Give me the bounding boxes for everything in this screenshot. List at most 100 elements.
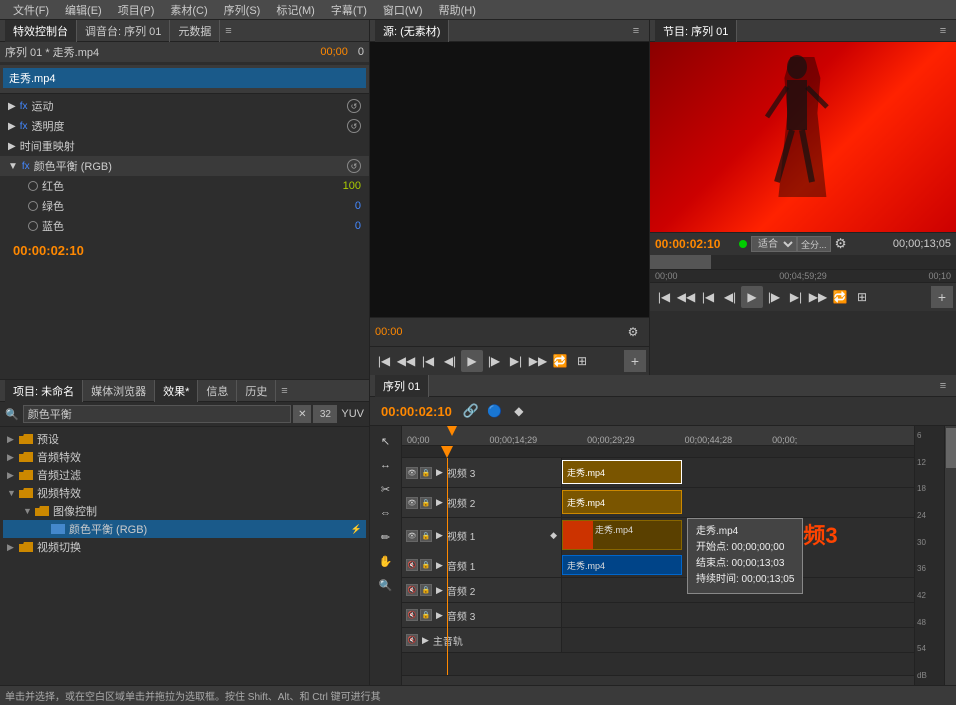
fx-blue-value[interactable]: 0 xyxy=(331,220,361,232)
track-video2-content[interactable]: 走秀.mp4 xyxy=(562,488,914,517)
fx-green-value[interactable]: 0 xyxy=(331,200,361,212)
source-to-out[interactable]: ▶| xyxy=(505,350,527,372)
lock-icon-a3[interactable]: 🔒 xyxy=(420,609,432,621)
tab-mixer[interactable]: 调音台: 序列 01 xyxy=(77,20,170,42)
tool-pen[interactable]: ✏ xyxy=(373,526,399,548)
program-step-fwd[interactable]: ▶▶ xyxy=(807,286,829,308)
track-audio3-content[interactable] xyxy=(562,603,914,627)
program-add-btn[interactable]: + xyxy=(931,286,953,308)
tool-zoom[interactable]: 🔍 xyxy=(373,574,399,596)
fx-reset-colorbalance[interactable]: ↺ xyxy=(347,159,361,173)
tree-item-preset[interactable]: ▶ 预设 xyxy=(3,430,366,448)
mute-icon-master[interactable]: 🔇 xyxy=(406,634,418,646)
tree-item-color-balance[interactable]: 颜色平衡 (RGB) ⚡ xyxy=(3,520,366,538)
program-safe-margin[interactable]: ⊞ xyxy=(851,286,873,308)
tool-razor[interactable]: ✂ xyxy=(373,478,399,500)
tab-info[interactable]: 信息 xyxy=(198,380,237,402)
track-video1-content[interactable]: 走秀.mp4 走秀.mp4 开始点: 00;00;00;00 结束点: 00;0… xyxy=(562,518,914,553)
eye-icon-v3[interactable]: 👁 xyxy=(406,467,418,479)
clip-video2[interactable]: 走秀.mp4 xyxy=(562,490,682,514)
tool-ripple[interactable]: ↔ xyxy=(373,454,399,476)
menu-clip[interactable]: 素材(C) xyxy=(162,0,215,20)
lock-icon-v2[interactable]: 🔒 xyxy=(420,497,432,509)
source-clip-item[interactable]: 走秀.mp4 xyxy=(3,68,366,88)
tree-item-audio-fx[interactable]: ▶ 音频特效 xyxy=(3,448,366,466)
lock-icon-v3[interactable]: 🔒 xyxy=(420,467,432,479)
expand-master[interactable]: ▶ xyxy=(422,635,429,646)
expand-a2[interactable]: ▶ xyxy=(436,585,443,596)
source-add-btn[interactable]: + xyxy=(624,350,646,372)
fx-reset-motion[interactable]: ↺ xyxy=(347,99,361,113)
fullscreen-btn[interactable]: 全分... xyxy=(797,236,831,252)
fx-motion-row[interactable]: ▶ fx 运动 ↺ xyxy=(0,96,369,116)
tab-history[interactable]: 历史 xyxy=(237,380,276,402)
program-prev-frame[interactable]: ◀| xyxy=(719,286,741,308)
fx-reset-opacity[interactable]: ↺ xyxy=(347,119,361,133)
tool-hand[interactable]: ✋ xyxy=(373,550,399,572)
search-clear-button[interactable]: ✕ xyxy=(293,405,311,423)
tree-item-audio-filter[interactable]: ▶ 音频过滤 xyxy=(3,466,366,484)
settings-btn[interactable]: ⚙ xyxy=(835,236,847,252)
timeline-menu-icon[interactable]: ≡ xyxy=(935,378,951,394)
search-input[interactable] xyxy=(23,405,292,423)
timeline-scrollbar-v[interactable] xyxy=(944,426,956,685)
menu-edit[interactable]: 编辑(E) xyxy=(57,0,110,20)
lock-icon-a1[interactable]: 🔒 xyxy=(420,559,432,571)
source-loop[interactable]: 🔁 xyxy=(549,350,571,372)
source-menu-icon[interactable]: ≡ xyxy=(628,23,644,39)
program-loop[interactable]: 🔁 xyxy=(829,286,851,308)
tab-project[interactable]: 项目: 未命名 xyxy=(5,380,83,402)
expand-v3[interactable]: ▶ xyxy=(436,467,443,478)
program-timebar[interactable] xyxy=(650,255,956,270)
menu-marker[interactable]: 标记(M) xyxy=(268,0,323,20)
menu-file[interactable]: 文件(F) xyxy=(5,0,57,20)
program-to-in[interactable]: |◀ xyxy=(697,286,719,308)
track-video3-content[interactable]: 走秀.mp4 xyxy=(562,458,914,487)
search-32-button[interactable]: 32 xyxy=(313,405,337,423)
tl-link-btn[interactable]: 🔵 xyxy=(484,400,506,422)
clip-video3[interactable]: 走秀.mp4 xyxy=(562,460,682,484)
source-settings-btn[interactable]: ⚙ xyxy=(622,321,644,343)
panel-menu-icon[interactable]: ≡ xyxy=(220,23,236,39)
fx-opacity-expand[interactable]: ▶ xyxy=(8,121,16,132)
source-next-frame[interactable]: |▶ xyxy=(483,350,505,372)
mute-icon-a2[interactable]: 🔇 xyxy=(406,584,418,596)
fx-red-value[interactable]: 100 xyxy=(331,180,361,192)
menu-project[interactable]: 项目(P) xyxy=(110,0,163,20)
scrollbar-thumb[interactable] xyxy=(946,428,956,468)
source-step-back[interactable]: ◀◀ xyxy=(395,350,417,372)
lock-icon-v1[interactable]: 🔒 xyxy=(420,530,432,542)
source-to-start[interactable]: |◀ xyxy=(373,350,395,372)
project-menu-icon[interactable]: ≡ xyxy=(276,383,292,399)
fx-opacity-row[interactable]: ▶ fx 透明度 ↺ xyxy=(0,116,369,136)
expand-a3[interactable]: ▶ xyxy=(436,610,443,621)
tab-sequence[interactable]: 序列 01 xyxy=(375,375,429,397)
menu-title[interactable]: 字幕(T) xyxy=(323,0,375,20)
tree-item-video-fx[interactable]: ▼ 视频特效 xyxy=(3,484,366,502)
track-master-content[interactable] xyxy=(562,628,914,652)
source-to-in[interactable]: |◀ xyxy=(417,350,439,372)
menu-sequence[interactable]: 序列(S) xyxy=(216,0,269,20)
eye-icon-v2[interactable]: 👁 xyxy=(406,497,418,509)
tool-select[interactable]: ↖ xyxy=(373,430,399,452)
tab-program[interactable]: 节目: 序列 01 xyxy=(655,20,737,42)
clip-audio1[interactable]: 走秀.mp4 xyxy=(562,555,682,575)
source-step-fwd[interactable]: ▶▶ xyxy=(527,350,549,372)
program-menu-icon[interactable]: ≡ xyxy=(935,23,951,39)
tree-item-image-control[interactable]: ▼ 图像控制 xyxy=(3,502,366,520)
fx-timeremap-expand[interactable]: ▶ xyxy=(8,141,16,152)
expand-v1[interactable]: ▶ xyxy=(436,530,443,541)
source-prev-frame[interactable]: ◀| xyxy=(439,350,461,372)
program-next-frame[interactable]: |▶ xyxy=(763,286,785,308)
clip-video1[interactable]: 走秀.mp4 xyxy=(562,520,682,550)
lock-icon-a2[interactable]: 🔒 xyxy=(420,584,432,596)
program-to-out[interactable]: ▶| xyxy=(785,286,807,308)
tool-slip[interactable]: ⇔ xyxy=(373,502,399,524)
tab-effects[interactable]: 效果* xyxy=(155,380,198,402)
tab-source[interactable]: 源: (无素材) xyxy=(375,20,449,42)
tab-metadata[interactable]: 元数据 xyxy=(170,20,220,42)
fit-select[interactable]: 适合 xyxy=(751,236,797,252)
fx-colorbalance-expand[interactable]: ▼ xyxy=(8,161,18,172)
tl-snap-btn[interactable]: 🔗 xyxy=(460,400,482,422)
source-play[interactable]: ▶ xyxy=(461,350,483,372)
